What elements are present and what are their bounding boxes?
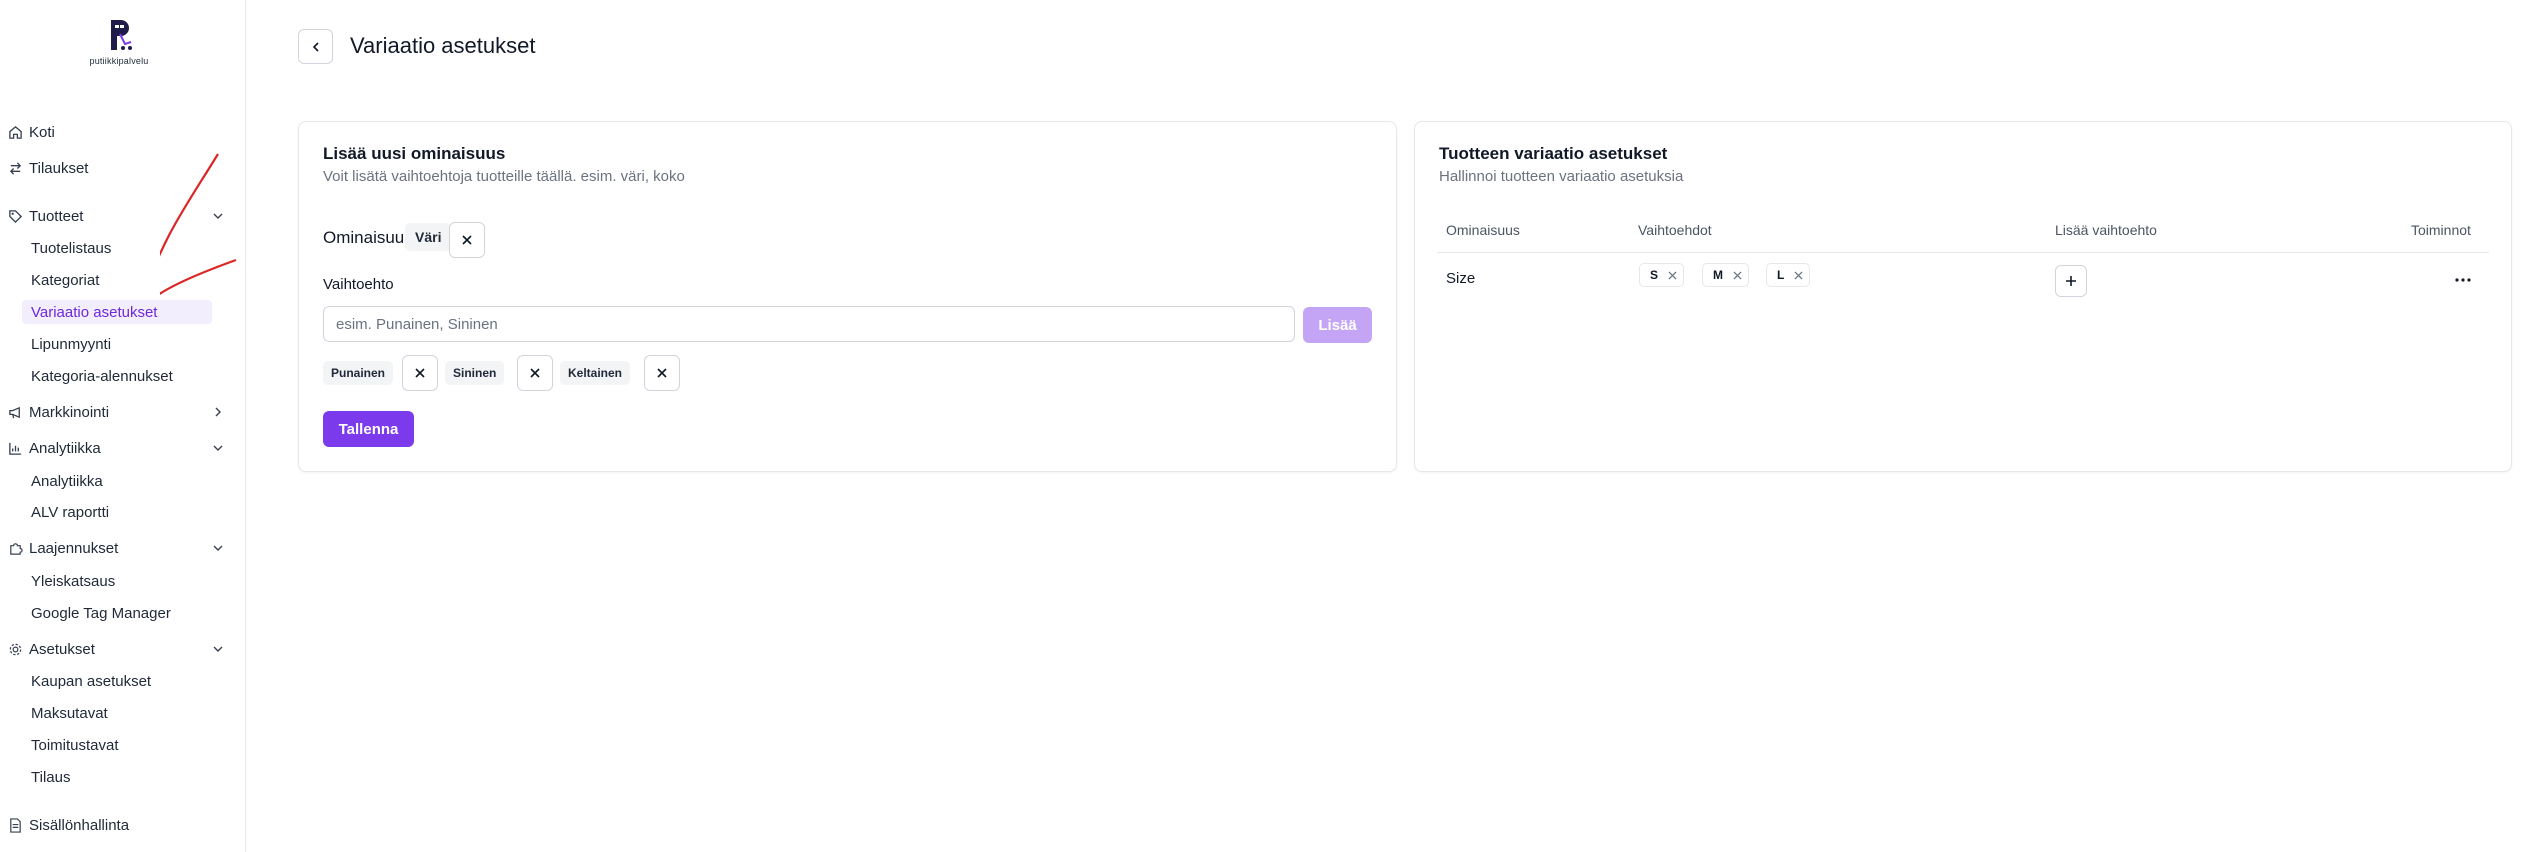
nav-home[interactable]: Koti [0, 119, 232, 145]
chevron-down-icon[interactable] [210, 641, 226, 657]
close-icon [530, 368, 540, 378]
save-button[interactable]: Tallenna [323, 411, 414, 447]
nav-orders-label: Tilaukset [29, 159, 89, 177]
brand-logo[interactable]: putiikkipalvelu [86, 18, 152, 72]
nav-shipping-methods[interactable]: Toimitustavat [22, 733, 212, 757]
remove-option-button[interactable] [644, 355, 680, 391]
annotation-arrow [160, 153, 237, 296]
chevron-down-icon[interactable] [210, 440, 226, 456]
logo-text: putiikkipalvelu [89, 56, 149, 66]
chevron-down-icon[interactable] [210, 540, 226, 556]
arrows-exchange-icon [7, 160, 23, 176]
column-header-property: Ominaisuus [1446, 222, 1520, 238]
nav-marketing[interactable]: Markkinointi [0, 399, 232, 425]
variation-settings-subtitle: Hallinnoi tuotteen variaatio asetuksia [1439, 168, 1684, 185]
nav-products-label: Tuotteet [29, 207, 84, 225]
new-property-card: Lisää uusi ominaisuus Voit lisätä vaihto… [298, 121, 1397, 472]
column-header-options: Vaihtoehdot [1638, 222, 1712, 238]
nav-payment-methods[interactable]: Maksutavat [22, 701, 212, 725]
close-icon[interactable] [1733, 270, 1742, 280]
close-icon[interactable] [1794, 270, 1803, 280]
nav-settings-label: Asetukset [29, 640, 95, 658]
nav-extensions-label: Laajennukset [29, 539, 119, 557]
close-icon [657, 368, 667, 378]
table-divider [1437, 252, 2489, 253]
nav-analytics[interactable]: Analytiikka [0, 435, 232, 461]
gear-icon [7, 641, 23, 657]
nav-extensions[interactable]: Laajennukset [0, 535, 232, 561]
new-property-subtitle: Voit lisätä vaihtoehtoja tuotteille tääl… [323, 168, 685, 185]
new-property-title: Lisää uusi ominaisuus [323, 144, 506, 163]
row-property: Size [1446, 270, 1476, 287]
chart-icon [7, 440, 23, 456]
nav-subscription[interactable]: Tilaus [22, 765, 212, 789]
close-icon [462, 235, 472, 245]
nav-store-settings[interactable]: Kaupan asetukset [22, 669, 212, 693]
page-title: Variaatio asetukset [350, 33, 536, 58]
column-header-actions: Toiminnot [2411, 222, 2471, 238]
option-chip: Keltainen [560, 361, 631, 385]
property-chip: Väri [405, 223, 452, 251]
value-chip: L [1766, 263, 1811, 287]
nav-analytics-sub[interactable]: Analytiikka [22, 469, 212, 493]
puzzle-icon [7, 540, 23, 556]
plus-icon [2066, 276, 2076, 286]
close-icon [415, 368, 425, 378]
more-horizontal-icon [2455, 278, 2471, 282]
nav-ticket-sales[interactable]: Lipunmyynti [22, 332, 212, 356]
remove-option-button[interactable] [517, 355, 553, 391]
megaphone-icon [7, 404, 23, 420]
option-chip: Punainen [323, 361, 394, 385]
variation-settings-card: Tuotteen variaatio asetukset Hallinnoi t… [1414, 121, 2512, 472]
remove-property-button[interactable] [449, 222, 485, 258]
nav-overview[interactable]: Yleiskatsaus [22, 569, 212, 593]
chevron-left-icon [312, 41, 319, 52]
tag-icon [7, 208, 23, 224]
row-actions-button[interactable] [2451, 268, 2475, 292]
document-icon [7, 817, 23, 833]
nav-settings[interactable]: Asetukset [0, 636, 232, 662]
nav-content[interactable]: Sisällönhallinta [0, 812, 232, 838]
value-chip-label: M [1713, 268, 1723, 282]
variation-settings-title: Tuotteen variaatio asetukset [1439, 144, 1668, 163]
value-chip: S [1639, 263, 1685, 287]
nav-home-label: Koti [29, 123, 55, 141]
chevron-right-icon[interactable] [210, 404, 226, 420]
logo-icon [111, 20, 132, 50]
option-chip: Sininen [445, 361, 505, 385]
sidebar: putiikkipalvelu Koti Tilaukset Tuotteet … [0, 0, 246, 852]
options-label: Vaihtoehto [323, 276, 394, 293]
nav-content-label: Sisällönhallinta [29, 816, 130, 834]
close-icon[interactable] [1668, 270, 1677, 280]
nav-analytics-label: Analytiikka [29, 439, 101, 457]
value-chip: M [1702, 263, 1749, 287]
nav-variation-settings[interactable]: Variaatio asetukset [22, 300, 212, 324]
nav-vat-report[interactable]: ALV raportti [22, 500, 212, 524]
back-button[interactable] [298, 29, 333, 64]
nav-marketing-label: Markkinointi [29, 403, 110, 421]
add-option-value-button[interactable] [2055, 265, 2087, 297]
column-header-add-option: Lisää vaihtoehto [2055, 222, 2157, 238]
value-chip-label: L [1777, 268, 1785, 282]
nav-category-discounts[interactable]: Kategoria-alennukset [22, 364, 212, 388]
nav-google-tag-manager[interactable]: Google Tag Manager [22, 601, 212, 625]
options-input[interactable] [323, 306, 1295, 342]
main-content: Variaatio asetukset Lisää uusi ominaisuu… [246, 0, 2547, 852]
home-icon [7, 124, 23, 140]
add-option-button[interactable]: Lisää [1303, 307, 1372, 343]
value-chip-label: S [1650, 268, 1659, 282]
remove-option-button[interactable] [402, 355, 438, 391]
